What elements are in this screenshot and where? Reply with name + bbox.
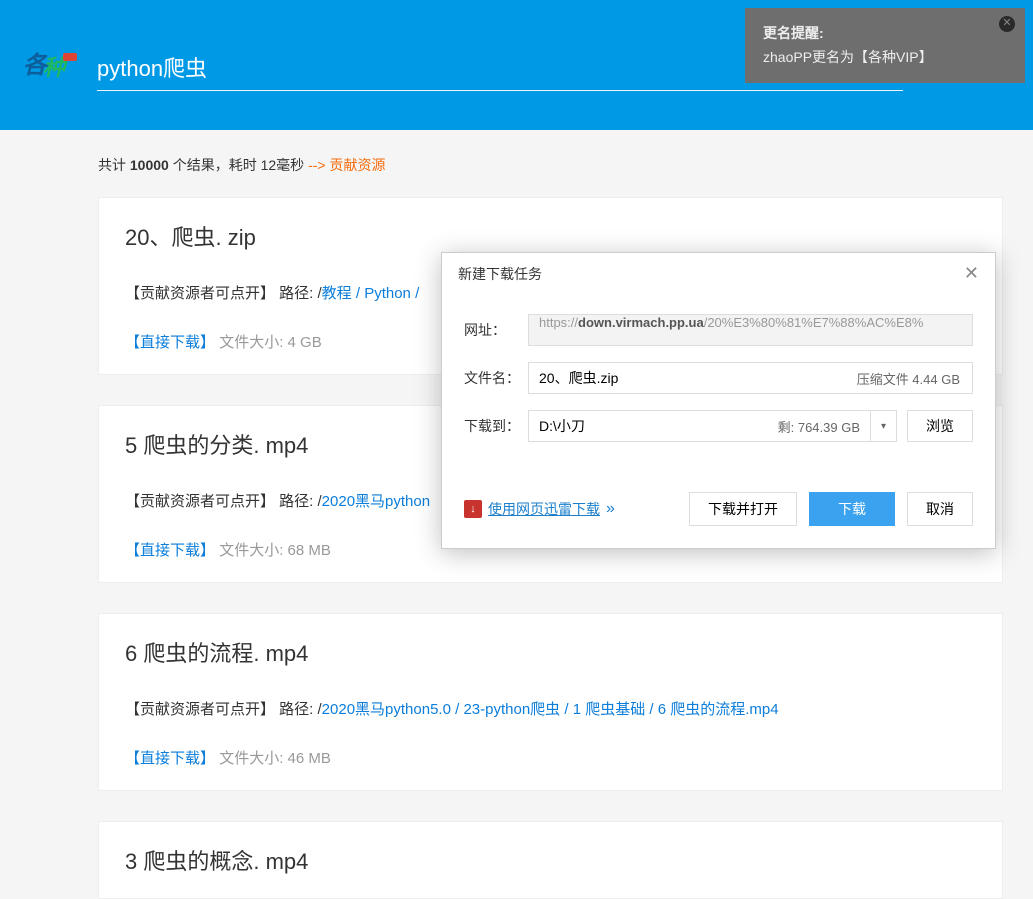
download-dialog: 新建下载任务 ✕ 网址： https://down.virmach.pp.ua/… xyxy=(441,252,996,549)
result-summary: 共计 10000 个结果，耗时 12毫秒 贡献资源 xyxy=(98,155,1003,175)
notification-body: zhaoPP更名为【各种VIP】 xyxy=(763,46,985,68)
direct-download-link[interactable]: 【直接下载】 xyxy=(125,542,215,559)
path-link[interactable]: 23-python爬虫 xyxy=(463,701,560,718)
contribute-link[interactable]: 贡献资源 xyxy=(308,157,385,173)
file-size: 文件大小: 68 MB xyxy=(219,542,331,559)
download-button[interactable]: 下载 xyxy=(809,492,895,526)
download-and-open-button[interactable]: 下载并打开 xyxy=(689,492,797,526)
path-link[interactable]: Python xyxy=(364,285,411,302)
result-item: 6 爬虫的流程. mp4 【贡献资源者可点开】 路径: /2020黑马pytho… xyxy=(98,613,1003,791)
result-item: 3 爬虫的概念. mp4 xyxy=(98,821,1003,899)
filename-label: 文件名： xyxy=(464,368,528,388)
direct-download-link[interactable]: 【直接下载】 xyxy=(125,750,215,767)
dialog-title: 新建下载任务 xyxy=(458,264,542,284)
result-title[interactable]: 6 爬虫的流程. mp4 xyxy=(125,636,976,668)
logo: 各 种 xyxy=(15,35,85,95)
path-link[interactable]: 6 爬虫的流程.mp4 xyxy=(658,701,779,718)
file-type-size: 压缩文件 4.44 GB xyxy=(845,369,972,388)
browse-button[interactable]: 浏览 xyxy=(907,410,973,442)
folder-label: 下载到： xyxy=(464,416,528,436)
chevron-down-icon[interactable]: ▾ xyxy=(871,410,897,442)
xunlei-link[interactable]: ↓ 使用网页迅雷下载 » xyxy=(464,499,615,519)
remaining-space: 剩: 764.39 GB xyxy=(768,417,870,436)
filename-input[interactable] xyxy=(529,370,845,386)
notification-title: 更名提醒: xyxy=(763,22,985,44)
url-label: 网址： xyxy=(464,320,528,340)
path-link[interactable]: 教程 xyxy=(322,285,352,302)
file-size: 文件大小: 4 GB xyxy=(219,334,322,351)
direct-download-link[interactable]: 【直接下载】 xyxy=(125,334,215,351)
rename-notification: 更名提醒: zhaoPP更名为【各种VIP】 ✕ xyxy=(745,8,1025,83)
folder-input[interactable] xyxy=(529,418,768,434)
result-title[interactable]: 20、爬虫. zip xyxy=(125,220,976,252)
path-link[interactable]: 1 爬虫基础 xyxy=(573,701,646,718)
result-title[interactable]: 3 爬虫的概念. mp4 xyxy=(125,844,976,876)
close-icon[interactable]: ✕ xyxy=(964,263,979,284)
result-path: 【贡献资源者可点开】 路径: /2020黑马python5.0 / 23-pyt… xyxy=(125,698,976,719)
xunlei-icon: ↓ xyxy=(464,500,482,518)
path-link[interactable]: 2020黑马python5.0 xyxy=(322,701,451,718)
cancel-button[interactable]: 取消 xyxy=(907,492,973,526)
url-input[interactable]: https://down.virmach.pp.ua/20%E3%80%81%E… xyxy=(528,314,973,346)
chevron-right-icon: » xyxy=(606,500,615,518)
close-icon[interactable]: ✕ xyxy=(999,16,1015,32)
path-link[interactable]: 2020黑马python xyxy=(322,493,430,510)
file-size: 文件大小: 46 MB xyxy=(219,750,331,767)
